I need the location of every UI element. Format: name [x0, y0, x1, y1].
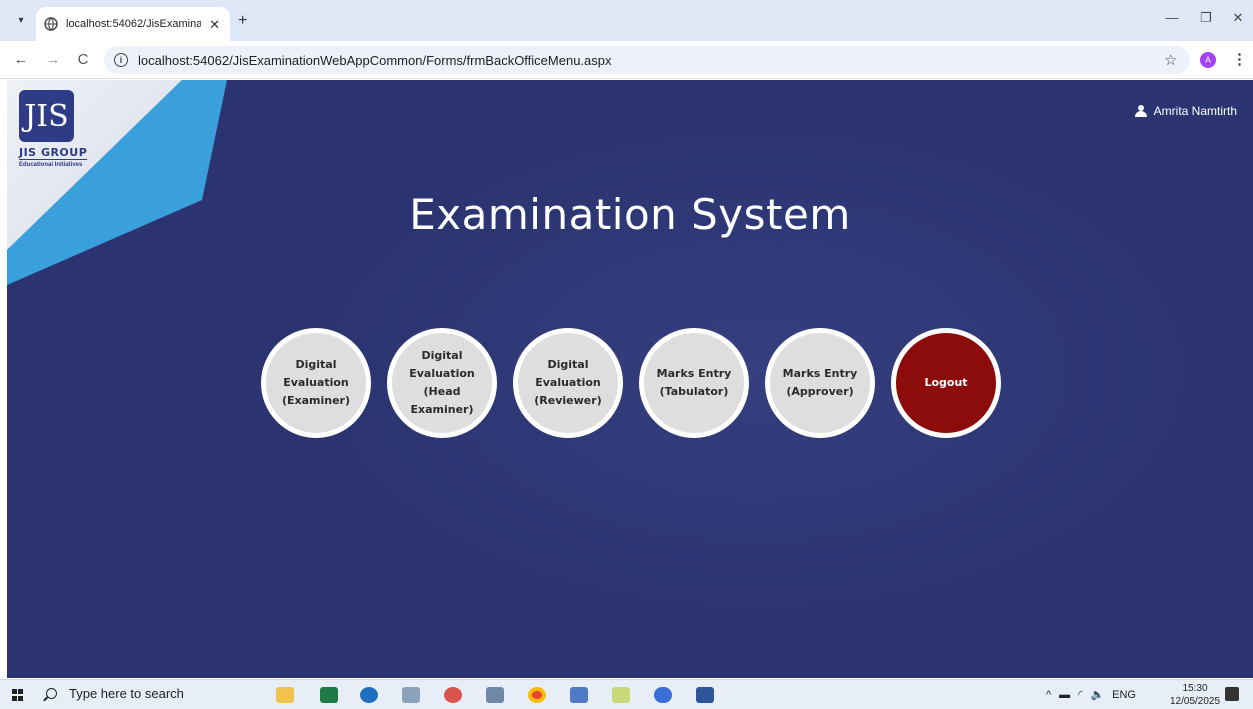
menu-label: Digital Evaluation (Head Examiner) — [409, 349, 475, 416]
clock-date: 12/05/2025 — [1170, 696, 1221, 707]
wifi-icon[interactable]: ◜ — [1078, 688, 1082, 701]
app-icon[interactable] — [486, 687, 504, 703]
tab-title: localhost:54062/JisExamination\ — [66, 18, 201, 30]
menu-label: Marks Entry (Tabulator) — [656, 367, 732, 398]
globe-icon — [44, 17, 58, 31]
snipping-tool-icon[interactable] — [612, 687, 630, 703]
search-icon — [46, 688, 57, 699]
tab-strip: ▾ localhost:54062/JisExamination\ ✕ + — … — [0, 0, 1253, 41]
battery-icon[interactable]: ▬ — [1059, 689, 1070, 701]
logo-mark: JIS — [19, 90, 74, 142]
new-tab-button[interactable]: + — [238, 12, 247, 30]
address-bar[interactable]: i localhost:54062/JisExaminationWebAppCo… — [104, 46, 1190, 74]
menu-label: Logout — [924, 376, 968, 389]
logo-group-text: JIS GROUP — [19, 146, 88, 160]
browser-menu-icon[interactable]: ⋮ — [1232, 50, 1247, 68]
infinity-app-icon[interactable] — [654, 687, 672, 703]
reload-icon[interactable]: C — [74, 51, 92, 68]
menu-label: Digital Evaluation (Examiner) — [281, 358, 351, 407]
menu-label: Digital Evaluation (Reviewer) — [534, 358, 602, 407]
marks-entry-tabulator-button[interactable]: Marks Entry (Tabulator) — [639, 328, 749, 438]
paint-icon[interactable] — [444, 687, 462, 703]
profile-avatar[interactable]: A — [1200, 52, 1216, 68]
digital-evaluation-head-examiner-button[interactable]: Digital Evaluation (Head Examiner) — [387, 328, 497, 438]
network-tool-icon[interactable] — [402, 687, 420, 703]
word-icon[interactable] — [696, 687, 714, 703]
main-menu: Digital Evaluation (Examiner) Digital Ev… — [261, 328, 1017, 438]
clock[interactable]: 15:30 12/05/2025 — [1170, 682, 1220, 708]
close-window-button[interactable]: ✕ — [1228, 10, 1248, 26]
browser-toolbar: ← → C i localhost:54062/JisExaminationWe… — [0, 41, 1253, 79]
file-explorer-icon[interactable] — [276, 687, 294, 703]
menu-label: Marks Entry (Approver) — [782, 367, 858, 398]
app-icon[interactable] — [570, 687, 588, 703]
marks-entry-approver-button[interactable]: Marks Entry (Approver) — [765, 328, 875, 438]
notification-icon[interactable] — [1225, 687, 1239, 701]
minimize-button[interactable]: — — [1162, 10, 1182, 25]
logo-subtitle: Educational Initiatives — [19, 162, 83, 168]
clock-time: 15:30 — [1182, 683, 1208, 694]
taskbar-search[interactable]: Type here to search — [46, 686, 184, 701]
user-menu[interactable]: Amrita Namtirth — [1134, 104, 1237, 118]
forward-arrow-icon[interactable]: → — [44, 51, 62, 68]
site-info-icon[interactable]: i — [114, 53, 128, 67]
digital-evaluation-reviewer-button[interactable]: Digital Evaluation (Reviewer) — [513, 328, 623, 438]
user-icon — [1134, 105, 1147, 117]
bookmark-star-icon[interactable]: ☆ — [1164, 51, 1177, 69]
chrome-icon[interactable] — [528, 687, 546, 703]
url-text[interactable]: localhost:54062/JisExaminationWebAppComm… — [138, 53, 612, 68]
language-indicator[interactable]: ENG — [1112, 689, 1136, 701]
browser-window: ▾ localhost:54062/JisExamination\ ✕ + — … — [0, 0, 1253, 709]
search-placeholder: Type here to search — [69, 686, 184, 701]
tab-search-button[interactable]: ▾ — [12, 11, 30, 29]
jis-logo: JIS JIS GROUP Educational Initiatives — [19, 90, 89, 170]
excel-icon[interactable] — [320, 687, 338, 703]
logout-button[interactable]: Logout — [891, 328, 1001, 438]
tray-chevron-icon[interactable]: ^ — [1046, 689, 1051, 701]
page-title: Examination System — [409, 190, 851, 239]
volume-icon[interactable]: 🔈 — [1090, 688, 1104, 701]
digital-evaluation-examiner-button[interactable]: Digital Evaluation (Examiner) — [261, 328, 371, 438]
outlook-icon[interactable] — [360, 687, 378, 703]
back-arrow-icon[interactable]: ← — [12, 51, 30, 68]
windows-taskbar: Type here to search ^ ▬ ◜ 🔈 ENG 15:30 12… — [0, 679, 1253, 709]
browser-tab[interactable]: localhost:54062/JisExamination\ ✕ — [36, 7, 230, 41]
tab-close-icon[interactable]: ✕ — [209, 17, 220, 33]
system-tray: ^ ▬ ◜ 🔈 ENG — [1046, 688, 1144, 702]
windows-start-icon[interactable] — [12, 689, 24, 701]
page-content: JIS JIS GROUP Educational Initiatives Am… — [7, 80, 1253, 678]
restore-button[interactable]: ❐ — [1196, 10, 1216, 26]
user-name: Amrita Namtirth — [1153, 104, 1237, 118]
